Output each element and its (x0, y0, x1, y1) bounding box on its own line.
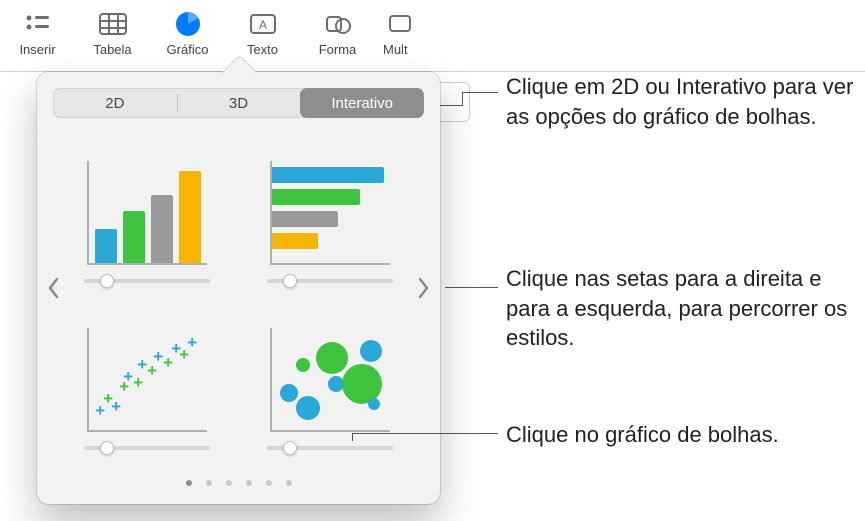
page-dot[interactable] (246, 480, 252, 486)
toolbar-item-multimidia[interactable]: Mult (375, 5, 427, 57)
tab-2d[interactable]: 2D (53, 88, 177, 118)
tab-interativo[interactable]: Interativo (300, 88, 424, 118)
toolbar-item-inserir[interactable]: Inserir (0, 5, 75, 57)
column-chart-thumb[interactable] (75, 138, 220, 283)
callout-line (462, 92, 463, 106)
segmented-control: 2D 3D Interativo (53, 88, 424, 118)
tab-3d[interactable]: 3D (177, 88, 301, 118)
toolbar-item-tabela[interactable]: Tabela (75, 5, 150, 57)
annotation-text: Clique nas setas para a direita e para a… (506, 264, 865, 353)
toolbar-label: Forma (319, 42, 357, 57)
annotation-text: Clique em 2D ou Interativo para ver as o… (506, 72, 865, 131)
chart-thumbnail-grid: + + + + + + + + + + + + + (75, 138, 402, 450)
slider-icon (267, 446, 393, 450)
toolbar-label: Inserir (19, 42, 55, 57)
text-icon: A (244, 9, 282, 39)
bubble-chart-icon (270, 328, 390, 432)
toolbar: Inserir Tabela Gráfico A Texto Forma Mul… (0, 0, 865, 72)
toolbar-label: Mult (383, 42, 408, 57)
callout-line (445, 287, 498, 288)
chart-picker-popover: 2D 3D Interativo + + + + + (37, 72, 440, 504)
bar-chart-icon (270, 161, 390, 265)
toolbar-item-forma[interactable]: Forma (300, 5, 375, 57)
table-icon (94, 9, 132, 39)
insert-icon (19, 9, 57, 39)
page-dot[interactable] (206, 480, 212, 486)
toolbar-item-texto[interactable]: A Texto (225, 5, 300, 57)
chevron-left-icon[interactable] (39, 266, 67, 310)
slider-icon (267, 279, 393, 283)
page-dot[interactable] (186, 480, 192, 486)
annotation-text: Clique no gráfico de bolhas. (506, 420, 779, 450)
callout-line (352, 433, 353, 441)
page-dot[interactable] (286, 480, 292, 486)
column-chart-icon (87, 161, 207, 265)
shape-icon (319, 9, 357, 39)
slider-icon (84, 446, 210, 450)
toolbar-label: Gráfico (167, 42, 209, 57)
toolbar-item-grafico[interactable]: Gráfico (150, 5, 225, 57)
slider-icon (84, 279, 210, 283)
svg-text:A: A (258, 18, 266, 32)
callout-line (440, 105, 462, 106)
page-dot[interactable] (226, 480, 232, 486)
chart-icon (169, 9, 207, 39)
bubble-chart-thumb[interactable] (258, 305, 403, 450)
page-dots[interactable] (37, 480, 440, 486)
scatter-chart-thumb[interactable]: + + + + + + + + + + + + + (75, 305, 220, 450)
media-icon (383, 9, 421, 39)
bar-chart-thumb[interactable] (258, 138, 403, 283)
page-dot[interactable] (266, 480, 272, 486)
callout-line (352, 433, 498, 434)
scatter-chart-icon: + + + + + + + + + + + + + (87, 328, 207, 432)
chevron-right-icon[interactable] (410, 266, 438, 310)
toolbar-label: Texto (247, 42, 278, 57)
callout-line (462, 92, 498, 93)
toolbar-label: Tabela (93, 42, 131, 57)
